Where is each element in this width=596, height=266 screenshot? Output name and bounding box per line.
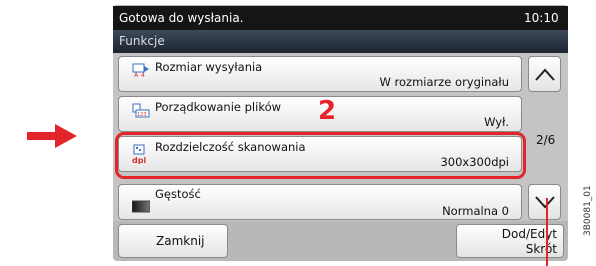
callout-indicator-line <box>546 198 548 266</box>
status-message: Gotowa do wysłania. <box>119 11 244 25</box>
figure-id: 3B0081_01 <box>583 185 593 236</box>
shortcut-button-label-line1: Dod/Edyt <box>501 227 557 241</box>
close-button[interactable]: Zamknij <box>118 224 228 258</box>
chevron-up-icon <box>535 68 555 81</box>
list-item-title: Rozmiar wysyłania <box>155 60 263 74</box>
step-number-callout: 2 <box>318 96 337 126</box>
chevron-down-icon <box>535 196 555 209</box>
status-time: 10:10 <box>524 11 559 25</box>
shortcut-button-label-line2: Skrót <box>525 242 557 256</box>
send-size-icon: A 4 <box>132 63 149 78</box>
selection-highlight <box>115 132 526 179</box>
status-bar: Gotowa do wysłania. 10:10 <box>113 6 568 30</box>
svg-text:A: A <box>134 72 139 78</box>
density-icon <box>132 200 150 213</box>
svg-text:4: 4 <box>141 72 145 78</box>
list-item-density[interactable]: Gęstość Normalna 0 <box>118 184 522 220</box>
functions-title: Funkcje <box>119 34 165 48</box>
page-indicator: 2/6 <box>536 133 556 147</box>
svg-text:123: 123 <box>137 112 147 118</box>
pointer-arrow-icon <box>27 124 77 148</box>
list-item-value: Normalna 0 <box>442 204 509 218</box>
close-button-label: Zamknij <box>156 234 205 248</box>
file-separation-icon: 123 <box>132 103 150 118</box>
functions-header: Funkcje <box>113 30 568 53</box>
list-item-value: Wył. <box>484 115 509 129</box>
list-item-value: W rozmiarze oryginału <box>379 75 509 89</box>
scroll-up-button[interactable] <box>528 56 561 92</box>
list-item-send-size[interactable]: A 4 Rozmiar wysyłania W rozmiarze orygin… <box>118 56 522 92</box>
scroll-down-button[interactable] <box>528 184 561 220</box>
list-item-title: Gęstość <box>155 187 201 201</box>
list-item-title: Porządkowanie plików <box>155 100 282 114</box>
